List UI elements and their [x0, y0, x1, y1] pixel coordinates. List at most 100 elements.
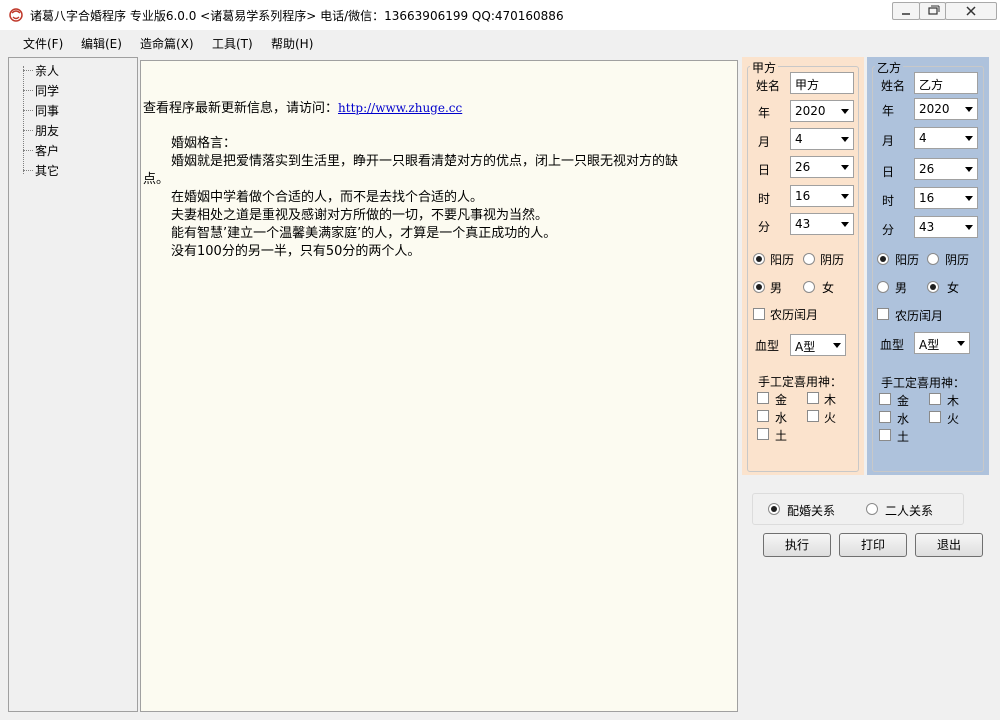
party-b-lunar-radio[interactable] — [927, 253, 939, 265]
party-b-day-select[interactable]: 26 — [914, 158, 978, 180]
category-tree[interactable]: 亲人 同学 同事 朋友 客户 其它 — [8, 57, 138, 712]
year-label: 年 — [758, 106, 771, 120]
tree-item-label: 朋友 — [35, 124, 60, 138]
party-a-lunar-radio[interactable] — [803, 253, 815, 265]
party-b-blood-select[interactable]: A型 — [914, 332, 970, 354]
party-a-female-radio[interactable] — [803, 281, 815, 293]
party-b-name-input[interactable]: 乙方 — [914, 72, 978, 94]
tree-item-clients[interactable]: 客户 — [9, 140, 129, 160]
party-a-month-select[interactable]: 4 — [790, 128, 854, 150]
water-label: 水 — [775, 411, 788, 425]
party-a-minute-select[interactable]: 43 — [790, 213, 854, 235]
party-b-hour-select[interactable]: 16 — [914, 187, 978, 209]
day-label: 日 — [882, 165, 895, 179]
two-people-relation-label: 二人关系 — [885, 504, 934, 518]
party-b-male-radio[interactable] — [877, 281, 889, 293]
party-a-solar-radio[interactable] — [753, 253, 765, 265]
blood-value: A型 — [795, 340, 816, 354]
minute-label: 分 — [882, 223, 895, 237]
tree-item-others[interactable]: 其它 — [9, 160, 129, 180]
metal-label: 金 — [897, 394, 910, 408]
tree-item-colleagues[interactable]: 同事 — [9, 100, 129, 120]
party-b-title: 乙方 — [875, 59, 904, 76]
tree-item-label: 同学 — [35, 84, 60, 98]
year-value: 2020 — [795, 104, 826, 118]
party-a-blood-select[interactable]: A型 — [790, 334, 846, 356]
menu-file[interactable]: 文件(F) — [23, 35, 63, 52]
party-a-year-select[interactable]: 2020 — [790, 100, 854, 122]
chevron-down-icon — [841, 222, 849, 227]
day-value: 26 — [795, 160, 811, 174]
chevron-down-icon — [965, 196, 973, 201]
minimize-icon — [902, 13, 910, 15]
party-b-solar-radio[interactable] — [877, 253, 889, 265]
tree-item-friends[interactable]: 朋友 — [9, 120, 129, 140]
tree-item-relatives[interactable]: 亲人 — [9, 60, 129, 80]
tree-item-label: 其它 — [35, 164, 60, 178]
close-button[interactable] — [945, 2, 997, 20]
print-button[interactable]: 打印 — [839, 533, 907, 557]
update-prefix: 查看程序最新更新信息，请访问： — [143, 101, 339, 116]
party-b-metal-checkbox[interactable] — [879, 393, 891, 405]
menu-help[interactable]: 帮助(H) — [271, 35, 313, 52]
chevron-down-icon — [833, 343, 841, 348]
party-b-minute-select[interactable]: 43 — [914, 216, 978, 238]
month-label: 月 — [882, 134, 895, 148]
fire-label: 火 — [824, 411, 837, 425]
party-a-earth-checkbox[interactable] — [757, 428, 769, 440]
minimize-button[interactable] — [892, 2, 920, 20]
party-b-water-checkbox[interactable] — [879, 411, 891, 423]
menu-fate[interactable]: 造命篇(X) — [140, 35, 194, 52]
execute-button[interactable]: 执行 — [763, 533, 831, 557]
content-area[interactable]: 查看程序最新更新信息，请访问：http://www.zhuge.cc 婚姻格言：… — [140, 60, 738, 712]
party-a-day-select[interactable]: 26 — [790, 156, 854, 178]
update-link[interactable]: http://www.zhuge.cc — [338, 101, 462, 115]
god-label: 手工定喜用神： — [758, 375, 843, 389]
chevron-down-icon — [965, 167, 973, 172]
motto-line-2: 在婚姻中学着做个合适的人，而不是去找个合适的人。 — [171, 190, 484, 205]
earth-label: 土 — [897, 430, 910, 444]
month-value: 4 — [795, 132, 803, 146]
party-a-fire-checkbox[interactable] — [807, 410, 819, 422]
tree-item-label: 客户 — [35, 144, 60, 158]
male-label: 男 — [770, 281, 783, 295]
chevron-down-icon — [841, 194, 849, 199]
marriage-relation-radio[interactable] — [768, 503, 780, 515]
party-a-name-input[interactable]: 甲方 — [790, 72, 854, 94]
party-a-water-checkbox[interactable] — [757, 410, 769, 422]
exit-button[interactable]: 退出 — [915, 533, 983, 557]
motto-heading: 婚姻格言： — [171, 136, 237, 151]
party-b-year-select[interactable]: 2020 — [914, 98, 978, 120]
solar-label: 阳历 — [895, 253, 920, 267]
wood-label: 木 — [824, 393, 837, 407]
party-b-female-radio[interactable] — [927, 281, 939, 293]
minute-value: 43 — [919, 220, 935, 234]
maximize-button[interactable] — [919, 2, 946, 20]
party-a-hour-select[interactable]: 16 — [790, 185, 854, 207]
party-a-leap-month-checkbox[interactable] — [753, 308, 765, 320]
chevron-down-icon — [965, 225, 973, 230]
party-a-metal-checkbox[interactable] — [757, 392, 769, 404]
blood-label: 血型 — [755, 339, 780, 353]
menu-tools[interactable]: 工具(T) — [212, 35, 253, 52]
party-a-male-radio[interactable] — [753, 281, 765, 293]
party-a-wood-checkbox[interactable] — [807, 392, 819, 404]
chevron-down-icon — [965, 136, 973, 141]
tree-item-classmates[interactable]: 同学 — [9, 80, 129, 100]
party-b-wood-checkbox[interactable] — [929, 393, 941, 405]
male-label: 男 — [895, 281, 908, 295]
party-b-fire-checkbox[interactable] — [929, 411, 941, 423]
party-b-month-select[interactable]: 4 — [914, 127, 978, 149]
year-value: 2020 — [919, 102, 950, 116]
party-b-leap-month-checkbox[interactable] — [877, 308, 889, 320]
leap-month-label: 农历闰月 — [895, 309, 944, 323]
menu-edit[interactable]: 编辑(E) — [81, 35, 122, 52]
minute-label: 分 — [758, 220, 771, 234]
chevron-down-icon — [841, 137, 849, 142]
day-label: 日 — [758, 163, 771, 177]
metal-label: 金 — [775, 393, 788, 407]
window-title: 诸葛八字合婚程序 专业版6.0.0 <诸葛易学系列程序> 电话/微信：13663… — [30, 9, 564, 23]
party-b-earth-checkbox[interactable] — [879, 429, 891, 441]
two-people-relation-radio[interactable] — [866, 503, 878, 515]
lunar-label: 阴历 — [945, 253, 970, 267]
